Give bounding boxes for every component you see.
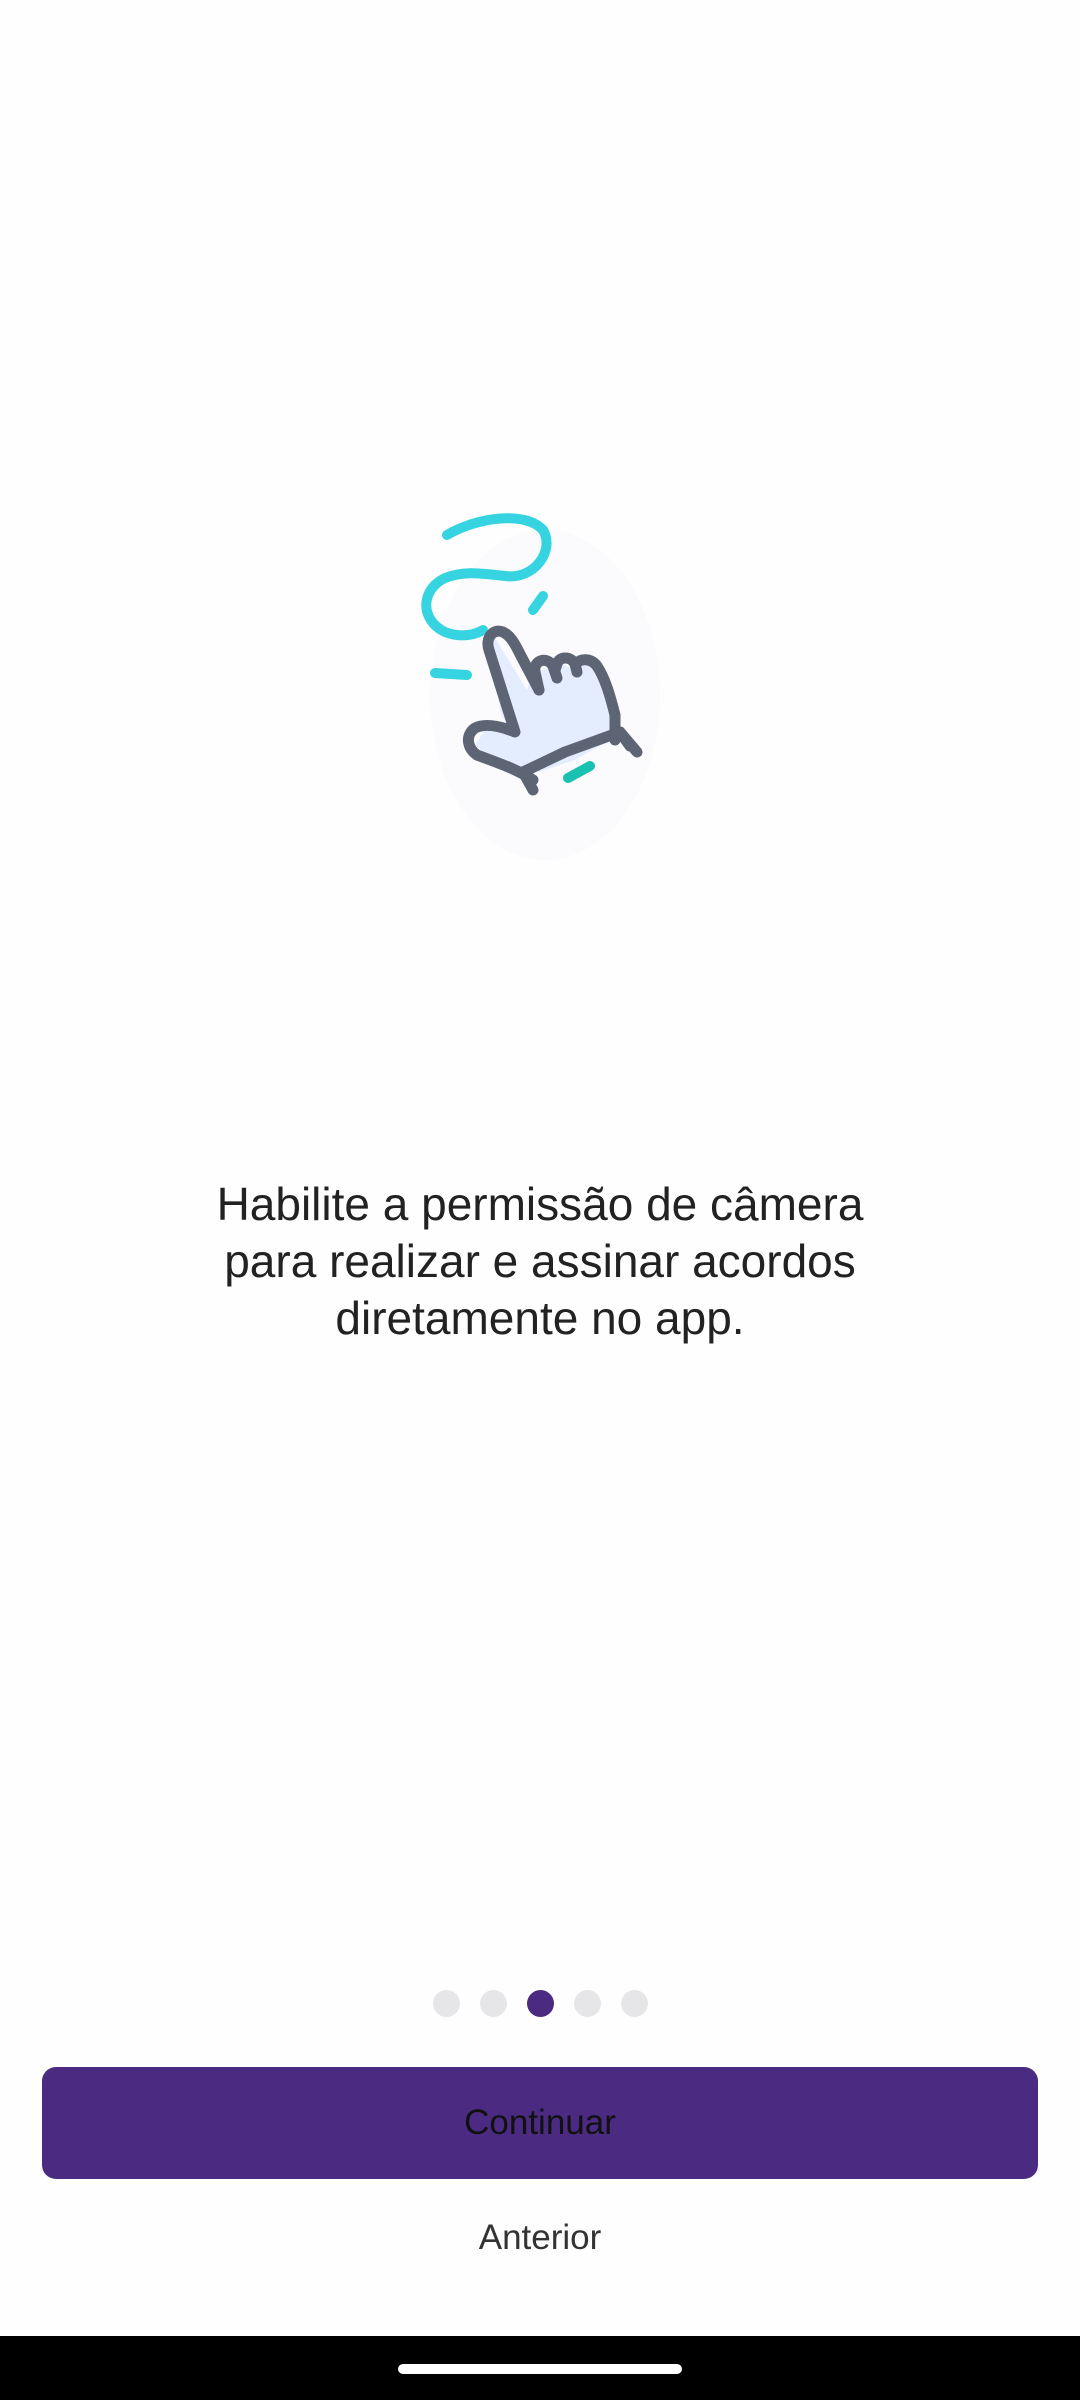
message-line: Habilite a permissão de câmera bbox=[216, 1178, 864, 1230]
page-dot-3-active bbox=[526, 1990, 554, 2017]
page-dot-5 bbox=[620, 1990, 648, 2017]
onboarding-screen: Habilite a permissão de câmera para real… bbox=[0, 0, 1080, 2400]
continue-button[interactable]: Continuar bbox=[42, 2067, 1038, 2179]
permission-message: Habilite a permissão de câmera para real… bbox=[90, 1176, 990, 1347]
previous-button[interactable]: Anterior bbox=[0, 2210, 1080, 2266]
message-line: diretamente no app. bbox=[335, 1292, 745, 1344]
home-indicator[interactable] bbox=[398, 2364, 682, 2374]
page-dot-1 bbox=[432, 1990, 460, 2017]
page-indicator bbox=[0, 1990, 1080, 2017]
page-dot-2 bbox=[479, 1990, 507, 2017]
hand-signing-icon bbox=[405, 500, 685, 860]
page-dot-4 bbox=[573, 1990, 601, 2017]
message-line: para realizar e assinar acordos bbox=[224, 1235, 856, 1287]
